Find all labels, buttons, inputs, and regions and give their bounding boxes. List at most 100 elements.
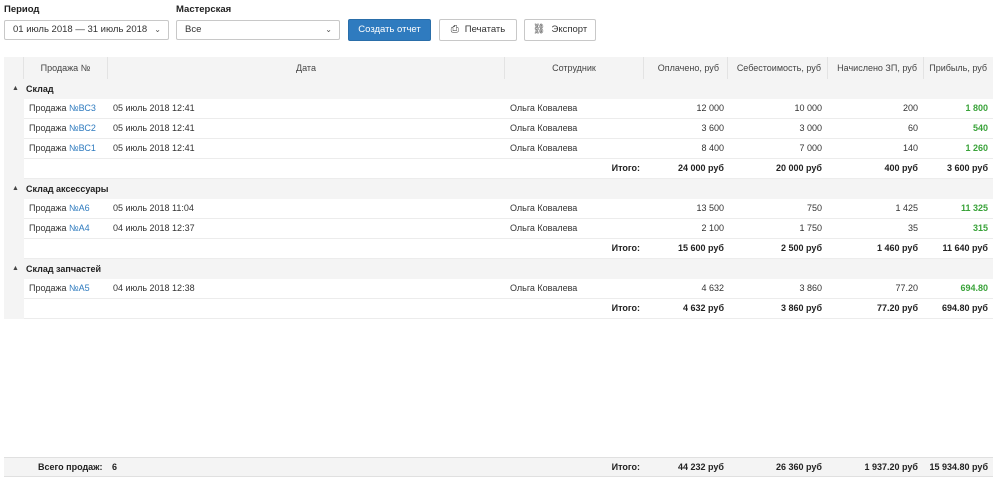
workshop-label: Мастерская	[176, 4, 232, 15]
create-report-button[interactable]: Создать отчет	[348, 19, 431, 41]
sale-link[interactable]: №ВС3	[69, 99, 96, 118]
sale-date: 05 июль 2018 12:41	[113, 123, 195, 133]
period-label: Период	[4, 4, 40, 15]
collapse-triangle-icon[interactable]: ▲	[12, 265, 19, 272]
sale-prefix: Продажа	[29, 283, 67, 293]
report-table: Продажа № Дата Сотрудник Оплачено, руб С…	[4, 57, 993, 319]
profit-value: 1 260	[965, 143, 988, 153]
row-gutter	[4, 79, 24, 319]
printer-icon: ⎙	[450, 24, 459, 35]
print-button[interactable]: ⎙ Печатать	[439, 19, 517, 41]
group-header[interactable]: ▲ Склад	[4, 79, 993, 99]
col-employee[interactable]: Сотрудник	[505, 57, 644, 79]
table-header: Продажа № Дата Сотрудник Оплачено, руб С…	[4, 57, 993, 80]
workshop-value: Все	[185, 24, 202, 35]
cost-value: 3 860	[799, 283, 822, 293]
group-total-salary: 77.20 руб	[877, 303, 918, 313]
group-total-paid: 4 632 руб	[683, 303, 724, 313]
group-name: Склад	[26, 84, 54, 94]
workshop-select[interactable]: Все ⌄	[176, 20, 340, 40]
group-total-profit: 3 600 руб	[947, 163, 988, 173]
col-date[interactable]: Дата	[108, 57, 505, 79]
salary-value: 35	[907, 223, 918, 233]
profit-value: 540	[972, 123, 988, 133]
employee-name: Ольга Ковалева	[510, 123, 578, 133]
cost-value: 3 000	[799, 123, 822, 133]
group-total-cost: 20 000 руб	[776, 163, 822, 173]
cost-value: 1 750	[799, 223, 822, 233]
col-cost[interactable]: Себестоимость, руб	[728, 57, 828, 79]
group-header[interactable]: ▲ Склад аксессуары	[4, 179, 993, 199]
group-total-salary: 1 460 руб	[877, 243, 918, 253]
paid-value: 8 400	[701, 143, 724, 153]
group-header[interactable]: ▲ Склад запчастей	[4, 259, 993, 279]
group-total-profit: 694.80 руб	[942, 303, 988, 313]
sale-link[interactable]: №ВС2	[69, 119, 96, 138]
paid-value: 3 600	[701, 123, 724, 133]
paid-value: 12 000	[696, 103, 724, 113]
collapse-triangle-icon[interactable]: ▲	[12, 85, 19, 92]
group-total-cost: 3 860 руб	[781, 303, 822, 313]
col-profit[interactable]: Прибыль, руб	[924, 57, 993, 79]
group-total-row: Итого: 24 000 руб 20 000 руб 400 руб 3 600 р…	[24, 159, 993, 179]
employee-name: Ольга Ковалева	[510, 143, 578, 153]
print-label: Печатать	[464, 24, 506, 35]
grand-total-cost: 26 360 руб	[776, 462, 822, 472]
sale-prefix: Продажа	[29, 203, 67, 213]
grand-total-profit: 15 934.80 руб	[929, 462, 988, 472]
table-row: Продажа №ВС2 05 июль 2018 12:41 Ольга Ковал…	[24, 119, 993, 139]
profit-value: 694.80	[960, 283, 988, 293]
total-sales-count: 6	[112, 462, 118, 472]
group-total-cost: 2 500 руб	[781, 243, 822, 253]
salary-value: 60	[907, 123, 918, 133]
table-row: Продажа №ВС3 05 июль 2018 12:41 Ольга Ковал…	[24, 99, 993, 119]
sale-date: 04 июль 2018 12:37	[113, 223, 195, 233]
grand-total-row: Всего продаж: 6 Итого: 44 232 руб 26 360…	[4, 457, 993, 477]
table-row: Продажа №А4 04 июль 2018 12:37 Ольга Ковале…	[24, 219, 993, 239]
collapse-triangle-icon[interactable]: ▲	[12, 185, 19, 192]
group-total-salary: 400 руб	[884, 163, 918, 173]
salary-value: 200	[902, 103, 918, 113]
col-sale[interactable]: Продажа №	[24, 57, 108, 79]
table-row: Продажа №А5 04 июль 2018 12:38 Ольга Ковале…	[24, 279, 993, 299]
grand-total-salary: 1 937.20 руб	[864, 462, 918, 472]
export-label: Экспорт	[551, 24, 588, 35]
export-button[interactable]: ⛓ Экспорт	[524, 19, 596, 41]
group-name: Склад аксессуары	[26, 184, 109, 194]
employee-name: Ольга Ковалева	[510, 103, 578, 113]
cost-value: 750	[806, 203, 822, 213]
sale-prefix: Продажа	[29, 143, 67, 153]
sale-link[interactable]: №ВС1	[69, 139, 96, 158]
paid-value: 4 632	[701, 283, 724, 293]
table-row: Продажа №А6 05 июль 2018 11:04 Ольга Ковале…	[24, 199, 993, 219]
group-total-label: Итого:	[611, 243, 640, 253]
col-paid[interactable]: Оплачено, руб	[644, 57, 728, 79]
profit-value: 11 325	[960, 203, 988, 213]
group-total-label: Итого:	[611, 163, 640, 173]
period-value: 01 июль 2018 — 31 июль 2018	[13, 24, 148, 35]
group-name: Склад запчастей	[26, 264, 102, 274]
cost-value: 7 000	[799, 143, 822, 153]
group-total-row: Итого: 15 600 руб 2 500 руб 1 460 руб 11 640…	[24, 239, 993, 259]
group-total-paid: 24 000 руб	[678, 163, 724, 173]
employee-name: Ольга Ковалева	[510, 223, 578, 233]
sale-link[interactable]: №А6	[69, 199, 90, 218]
sale-prefix: Продажа	[29, 223, 67, 233]
sale-date: 05 июль 2018 11:04	[113, 203, 194, 213]
profit-value: 315	[972, 223, 988, 233]
paid-value: 2 100	[701, 223, 724, 233]
col-salary[interactable]: Начислено ЗП, руб	[828, 57, 924, 79]
profit-value: 1 800	[965, 103, 988, 113]
grand-total-paid: 44 232 руб	[678, 462, 724, 472]
salary-value: 1 425	[895, 203, 918, 213]
employee-name: Ольга Ковалева	[510, 283, 578, 293]
period-select[interactable]: 01 июль 2018 — 31 июль 2018 ⌄	[4, 20, 169, 40]
group-total-paid: 15 600 руб	[678, 243, 724, 253]
employee-name: Ольга Ковалева	[510, 203, 578, 213]
sale-link[interactable]: №А5	[69, 279, 90, 298]
cost-value: 10 000	[794, 103, 822, 113]
sale-link[interactable]: №А4	[69, 219, 90, 238]
export-icon: ⛓	[532, 24, 546, 35]
sale-prefix: Продажа	[29, 103, 67, 113]
sale-date: 04 июль 2018 12:38	[113, 283, 195, 293]
